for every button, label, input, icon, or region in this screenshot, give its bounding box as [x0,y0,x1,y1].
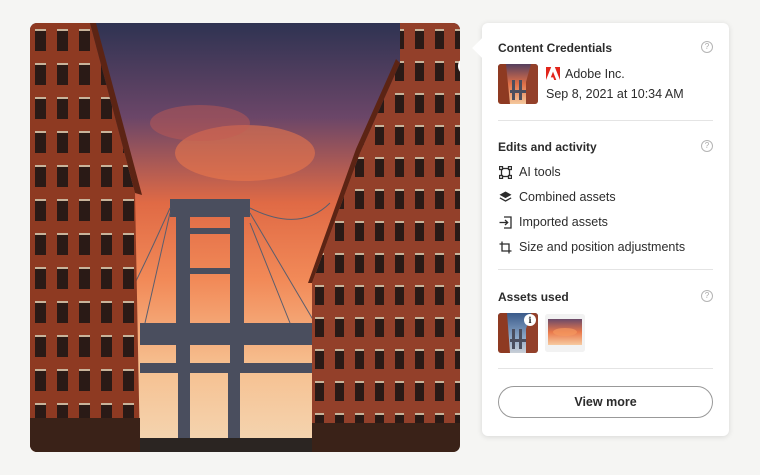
issuer-name: Adobe Inc. [565,67,625,81]
activity-label: Imported assets [519,215,608,229]
adobe-logo-icon [546,67,560,80]
signed-date: Sep 8, 2021 at 10:34 AM [546,87,684,101]
activity-label: Combined assets [519,190,616,204]
help-icon[interactable]: ? [701,41,713,53]
help-icon[interactable]: ? [701,140,713,152]
assets-used-title: Assets used [498,290,569,304]
divider [498,368,713,369]
activity-item-ai-tools: AI tools [498,164,561,180]
credential-thumbnail [498,64,538,104]
import-icon [498,215,512,229]
activity-label: AI tools [519,165,561,179]
activity-item-size-position: Size and position adjustments [498,239,685,255]
layers-icon [498,190,512,204]
content-credentials-panel: Content Credentials ? Adobe Inc. Sep 8, … [482,23,729,436]
main-photo: i [30,23,460,452]
asset-info-icon[interactable]: i [524,314,536,326]
activity-item-combined-assets: Combined assets [498,189,616,205]
asset-thumbnail[interactable] [545,314,585,352]
ai-tools-icon [498,165,512,179]
activity-item-imported-assets: Imported assets [498,214,608,230]
view-more-button[interactable]: View more [498,386,713,418]
divider [498,120,713,121]
divider [498,269,713,270]
help-icon[interactable]: ? [701,290,713,302]
crop-icon [498,240,512,254]
edits-activity-title: Edits and activity [498,140,597,154]
activity-label: Size and position adjustments [519,240,686,254]
content-credentials-title: Content Credentials [498,41,613,55]
